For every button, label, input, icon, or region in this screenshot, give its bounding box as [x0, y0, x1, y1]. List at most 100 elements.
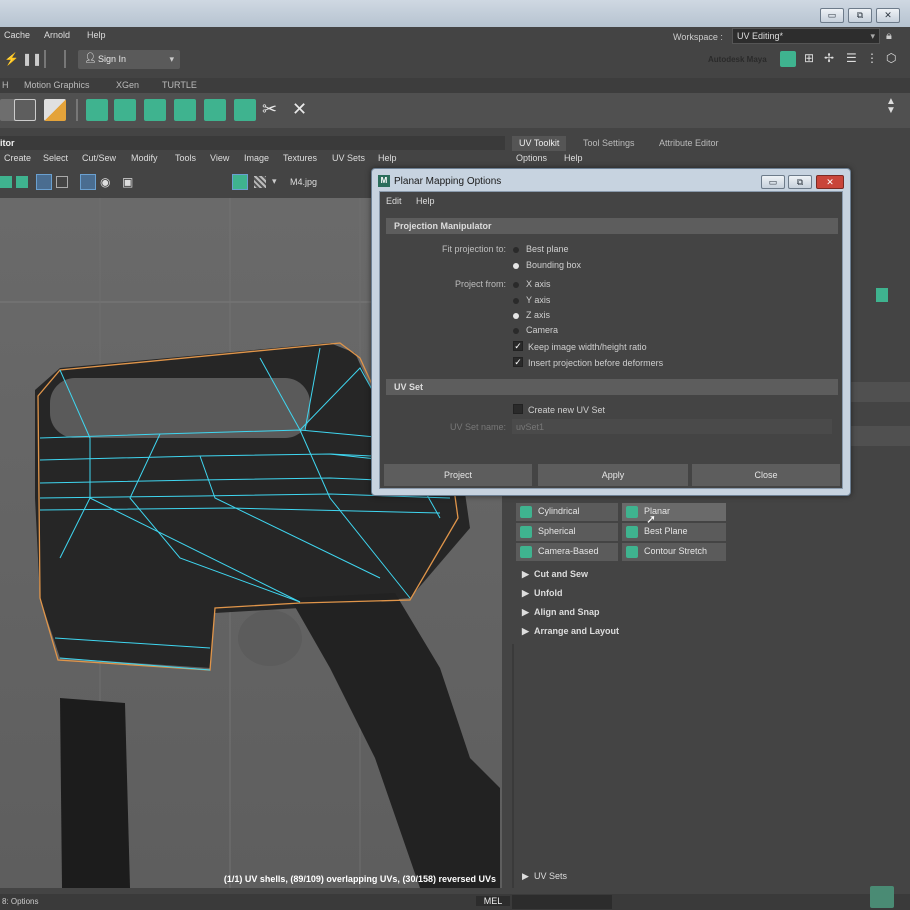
mel-label[interactable]: MEL: [476, 896, 510, 906]
menu-tools[interactable]: Tools: [175, 153, 196, 163]
menu-textures[interactable]: Textures: [283, 153, 317, 163]
radio-bounding-box[interactable]: [513, 263, 519, 269]
automatic-map-icon[interactable]: [174, 99, 196, 121]
texture-icon[interactable]: [14, 99, 36, 121]
keep-ratio-checkbox[interactable]: ✓: [513, 341, 523, 351]
spherical-map-icon[interactable]: [144, 99, 166, 121]
close-icon[interactable]: ✕: [816, 175, 844, 189]
snapshot-icon[interactable]: ◉: [100, 175, 110, 189]
spherical-button[interactable]: Spherical: [516, 523, 618, 541]
shaded-icon[interactable]: [80, 174, 96, 190]
menu-view[interactable]: View: [210, 153, 229, 163]
cut-uv-icon[interactable]: ✂: [262, 99, 277, 120]
camera-icon[interactable]: ▣: [122, 175, 133, 189]
sew-uv-icon[interactable]: ✕: [292, 99, 307, 120]
tab-motion-graphics[interactable]: Motion Graphics: [24, 80, 90, 90]
settings-icon[interactable]: ⬡: [886, 51, 896, 65]
create-new-uvset-checkbox[interactable]: [513, 404, 523, 414]
tab-turtle[interactable]: TURTLE: [162, 80, 197, 90]
apply-button[interactable]: Apply: [538, 464, 688, 486]
cylindrical-button[interactable]: Cylindrical: [516, 503, 618, 521]
section-align-and-snap[interactable]: ▶ Align and Snap: [518, 604, 910, 621]
contour-stretch-button[interactable]: Contour Stretch: [622, 543, 726, 561]
carry-handle-opening: [50, 378, 310, 438]
menu-help[interactable]: Help: [564, 153, 583, 163]
radio-z-axis[interactable]: [513, 313, 519, 319]
menu-image[interactable]: Image: [244, 153, 269, 163]
menu-help[interactable]: Help: [87, 30, 106, 40]
checker-icon[interactable]: [44, 99, 66, 121]
button-label: Best Plane: [644, 526, 688, 536]
section-label: Unfold: [534, 588, 563, 598]
radio-x-axis[interactable]: [513, 282, 519, 288]
section-cut-and-sew[interactable]: ▶ Cut and Sew: [518, 566, 910, 583]
channel-box-icon[interactable]: ⋮: [866, 51, 878, 65]
contour-stretch-icon: [626, 546, 638, 558]
chevron-down-icon: ▾: [169, 54, 174, 64]
minimize-icon[interactable]: ▭: [761, 175, 785, 189]
uv-tool-icon[interactable]: [16, 176, 28, 188]
grid-icon[interactable]: [36, 174, 52, 190]
project-button[interactable]: Project: [384, 464, 532, 486]
maximize-button[interactable]: ⧉: [848, 8, 872, 23]
tab-attribute-editor[interactable]: Attribute Editor: [652, 136, 726, 151]
menu-uv-sets[interactable]: UV Sets: [332, 153, 365, 163]
close-window-button[interactable]: ✕: [876, 8, 900, 23]
uv-tool-icon[interactable]: [0, 176, 12, 188]
chevron-down-icon[interactable]: ▾: [272, 176, 277, 187]
section-arrange-and-layout[interactable]: ▶ Arrange and Layout: [518, 623, 910, 640]
modeling-toolkit-icon[interactable]: ⊞: [804, 51, 814, 65]
menu-select[interactable]: Select: [43, 153, 68, 163]
menu-arnold[interactable]: Arnold: [44, 30, 70, 40]
minimize-button[interactable]: ▭: [820, 8, 844, 23]
checker-icon[interactable]: [254, 176, 266, 188]
tab-h[interactable]: H: [2, 80, 9, 90]
layout-icon[interactable]: [234, 99, 256, 121]
radio-camera[interactable]: [513, 328, 519, 334]
tab-uv-toolkit[interactable]: UV Toolkit: [512, 136, 567, 151]
attribute-icon[interactable]: ☰: [846, 51, 857, 65]
frame-icon[interactable]: [56, 176, 68, 188]
workspace-select[interactable]: UV Editing* ▾: [732, 28, 880, 44]
section-unfold[interactable]: ▶ Unfold: [518, 585, 910, 602]
snap-icon[interactable]: ⚡: [4, 52, 19, 66]
shelf-scroll-icon[interactable]: ▲ ▼: [886, 97, 896, 116]
close-button[interactable]: Close: [692, 464, 840, 486]
planar-button[interactable]: Planar: [622, 503, 726, 521]
cylindrical-icon: [520, 506, 532, 518]
insert-projection-checkbox[interactable]: ✓: [513, 357, 523, 367]
maximize-icon[interactable]: ⧉: [788, 175, 812, 189]
uvset-name-field[interactable]: uvSet1: [512, 419, 832, 434]
unfold-icon[interactable]: [204, 99, 226, 121]
cylindrical-map-icon[interactable]: [114, 99, 136, 121]
menu-modify[interactable]: Modify: [131, 153, 158, 163]
sign-in-button[interactable]: 👤︎ Sign In ▾: [78, 50, 180, 69]
menu-create[interactable]: Create: [4, 153, 31, 163]
radio-y-axis[interactable]: [513, 298, 519, 304]
tab-xgen[interactable]: XGen: [116, 80, 139, 90]
menu-help[interactable]: Help: [378, 153, 397, 163]
divider: [64, 50, 66, 68]
toolkit-icon[interactable]: [876, 288, 888, 302]
script-editor-icon[interactable]: [870, 886, 894, 908]
projection-manipulator-header[interactable]: Projection Manipulator: [386, 218, 838, 234]
image-icon[interactable]: [232, 174, 248, 190]
section-uv-sets[interactable]: ▶ UV Sets: [518, 868, 910, 885]
command-line-input[interactable]: [512, 895, 612, 909]
image-name: M4.jpg: [290, 177, 318, 187]
menu-cache[interactable]: Cache: [4, 30, 30, 40]
menu-cut-sew[interactable]: Cut/Sew: [82, 153, 116, 163]
menu-help[interactable]: Help: [416, 196, 435, 206]
camera-based-button[interactable]: Camera-Based: [516, 543, 618, 561]
character-icon[interactable]: ✢: [824, 51, 834, 65]
radio-best-plane[interactable]: [513, 247, 519, 253]
pause-icon[interactable]: ❚❚: [22, 52, 42, 66]
uv-set-header[interactable]: UV Set: [386, 379, 838, 395]
tab-tool-settings[interactable]: Tool Settings: [576, 136, 642, 151]
planar-map-icon[interactable]: [86, 99, 108, 121]
lock-icon[interactable]: 🔒︎: [886, 30, 896, 42]
menu-edit[interactable]: Edit: [386, 196, 402, 206]
best-plane-button[interactable]: Best Plane: [622, 523, 726, 541]
menu-options[interactable]: Options: [516, 153, 547, 163]
uv-editor-header: itor: [0, 136, 505, 150]
